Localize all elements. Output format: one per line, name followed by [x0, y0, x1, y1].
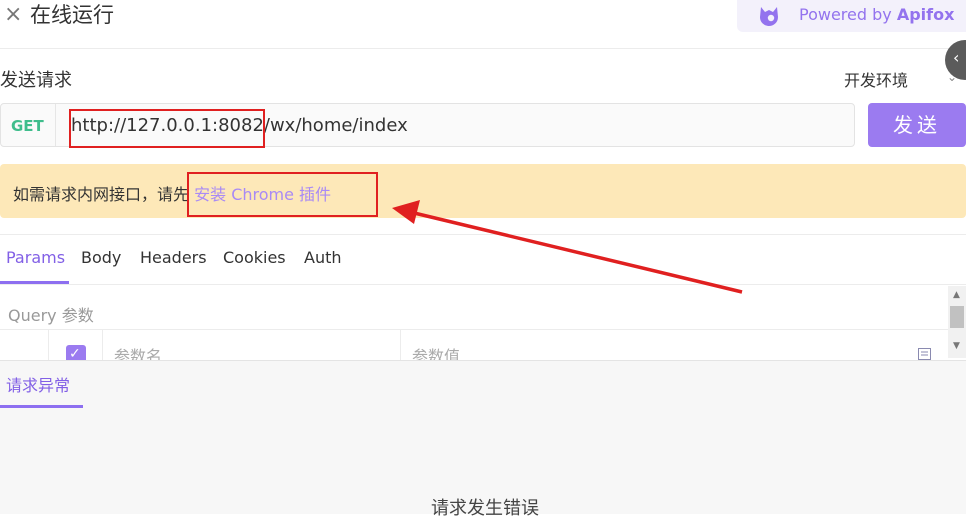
bulk-edit-icon[interactable]: [918, 348, 931, 360]
column-divider: [102, 330, 103, 360]
header-divider: [0, 48, 966, 49]
chevron-left-icon: ‹: [953, 48, 960, 67]
brand-name: Apifox: [896, 5, 955, 24]
divider: [0, 234, 966, 235]
chevron-down-icon[interactable]: ⌄: [947, 70, 957, 84]
active-tab-indicator: [0, 405, 83, 408]
scroll-up-icon[interactable]: ▲: [953, 290, 960, 300]
response-error-message: 请求发生错误: [431, 498, 539, 519]
tab-headers[interactable]: Headers: [140, 248, 207, 267]
scrollbar-thumb[interactable]: [950, 306, 964, 328]
tab-request-error[interactable]: 请求异常: [6, 372, 70, 396]
close-icon[interactable]: ×: [4, 3, 24, 27]
query-params-label: Query 参数: [8, 306, 94, 325]
table-border: [0, 329, 948, 330]
method-divider: [55, 104, 56, 146]
send-button[interactable]: 发送: [868, 103, 966, 147]
tab-cookies[interactable]: Cookies: [223, 248, 286, 267]
method-selector[interactable]: GET: [11, 117, 44, 135]
tab-params[interactable]: Params: [6, 248, 65, 267]
column-divider: [400, 330, 401, 360]
environment-selector[interactable]: 开发环境: [844, 67, 908, 91]
annotation-box-link: [187, 172, 378, 217]
response-panel: [0, 360, 966, 514]
powered-by-badge[interactable]: Powered by Apifox: [737, 0, 966, 32]
apifox-logo-icon: [760, 7, 778, 26]
scroll-down-icon[interactable]: ▼: [953, 341, 960, 351]
annotation-box-host: [69, 109, 265, 148]
column-divider: [48, 330, 49, 360]
tab-auth[interactable]: Auth: [304, 248, 342, 267]
powered-by-text: Powered by Apifox: [799, 5, 955, 24]
tab-body[interactable]: Body: [81, 248, 121, 267]
tabs-divider: [0, 284, 966, 285]
section-label-send-request: 发送请求: [0, 70, 72, 91]
page-title: 在线运行: [30, 3, 114, 27]
